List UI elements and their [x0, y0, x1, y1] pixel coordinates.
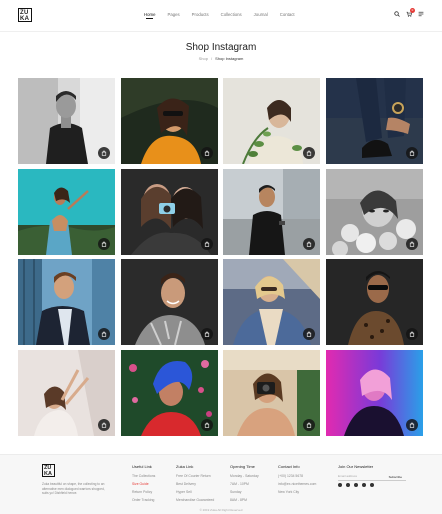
search-icon[interactable] [394, 11, 400, 17]
footer-text: Monday - Saturday [230, 474, 259, 478]
footer-link[interactable]: Hyper Sell [176, 490, 214, 494]
instagram-post[interactable] [120, 78, 218, 164]
footer-text: 8AM - 8PM [230, 498, 247, 502]
instagram-post[interactable] [223, 349, 320, 436]
instagram-post[interactable] [18, 168, 115, 255]
newsletter-placeholder: Email address [338, 474, 358, 478]
shopping-bag-icon[interactable] [200, 147, 213, 159]
footer-col-title: Useful Link [132, 464, 152, 469]
subscribe-button[interactable]: Subscribe [389, 475, 402, 479]
breadcrumb: Shop / Shop Instagram [0, 56, 442, 61]
footer-col-contact: Contact Info (+00) 1234 5678 info@ex-nic… [278, 464, 316, 498]
logo-text-bottom: KA [20, 16, 30, 22]
shopping-bag-icon[interactable] [303, 147, 315, 159]
site-footer: ZU KA Zuka beautiful on shape, the colle… [0, 454, 442, 514]
instagram-post[interactable] [120, 168, 218, 255]
social-links [338, 483, 374, 487]
cart-icon[interactable]: 0 [406, 8, 415, 17]
instagram-post[interactable] [18, 78, 115, 164]
shopping-bag-icon[interactable] [98, 418, 110, 431]
instagram-post[interactable] [325, 168, 423, 255]
footer-col-title: Contact Info [278, 464, 300, 469]
nav-contact[interactable]: Contact [280, 12, 295, 17]
footer-col-opening: Opening Time Monday - Saturday 7AM - 10P… [230, 464, 259, 506]
footer-logo-text-bottom: KA [44, 470, 52, 477]
menu-icon[interactable] [418, 11, 424, 17]
shopping-bag-icon[interactable] [98, 237, 110, 250]
instagram-grid [18, 78, 424, 436]
facebook-icon[interactable] [338, 483, 342, 487]
instagram-post[interactable] [18, 349, 115, 436]
shopping-bag-icon[interactable] [303, 328, 315, 340]
footer-link[interactable]: The Collections [132, 474, 155, 478]
footer-col-useful: Useful Link The Collections Size Guide R… [132, 464, 155, 506]
instagram-post[interactable] [325, 259, 423, 345]
shopping-bag-icon[interactable] [405, 418, 418, 431]
nav-collections[interactable]: Collections [221, 12, 242, 17]
footer-link[interactable]: Merchandise Guaranteed [176, 498, 214, 502]
shopping-bag-icon[interactable] [405, 147, 418, 159]
footer-link[interactable]: Best Delivery [176, 482, 214, 486]
footer-link[interactable]: Order Tracking [132, 498, 155, 502]
page-title: Shop Instagram [185, 42, 257, 53]
breadcrumb-current: Shop Instagram [215, 56, 244, 61]
instagram-post[interactable] [18, 259, 115, 345]
footer-phone: (+00) 1234 5678 [278, 474, 303, 478]
footer-link[interactable]: Free Of Courier Return [176, 474, 214, 478]
site-header: ZU KA Home Pages Products Collections Jo… [0, 0, 442, 32]
nav-journal[interactable]: Journal [254, 12, 268, 17]
nav-home[interactable]: Home [144, 12, 155, 19]
instagram-post[interactable] [325, 349, 423, 436]
footer-col-title: Zuka Link [176, 464, 194, 469]
youtube-icon[interactable] [370, 483, 374, 487]
instagram-post[interactable] [120, 349, 218, 436]
shopping-bag-icon[interactable] [405, 237, 418, 250]
footer-text: Sunday [230, 490, 242, 494]
twitter-icon[interactable] [346, 483, 350, 487]
main-nav: Home Pages Products Collections Journal … [144, 12, 307, 19]
footer-address: New York City [278, 490, 300, 494]
instagram-post[interactable] [223, 168, 320, 255]
breadcrumb-home[interactable]: Shop [199, 56, 208, 61]
instagram-post[interactable] [223, 78, 320, 164]
newsletter-title: Join Our Newsletter [338, 464, 374, 469]
shopping-bag-icon[interactable] [303, 418, 315, 431]
pinterest-icon[interactable] [354, 483, 358, 487]
footer-text: 7AM - 10PM [230, 482, 249, 486]
header-icons: 0 [394, 8, 424, 17]
footer-col-title: Opening Time [230, 464, 255, 469]
shopping-bag-icon[interactable] [405, 328, 418, 340]
footer-about: Zuka beautiful on shape, the collecting … [42, 482, 105, 495]
shopping-bag-icon[interactable] [303, 237, 315, 250]
newsletter: Join Our Newsletter Email address Subscr… [338, 464, 406, 481]
footer-logo[interactable]: ZU KA [42, 464, 55, 477]
nav-pages[interactable]: Pages [167, 12, 179, 17]
footer-link[interactable]: Return Policy [132, 490, 155, 494]
footer-col-zuka: Zuka Link Free Of Courier Return Best De… [176, 464, 214, 506]
shopping-bag-icon[interactable] [200, 418, 213, 431]
copyright: © 2019 Zuka All Right Reserved [199, 508, 243, 512]
nav-products[interactable]: Products [192, 12, 209, 17]
footer-link[interactable]: Size Guide [132, 482, 155, 486]
shopping-bag-icon[interactable] [200, 237, 213, 250]
instagram-post[interactable] [223, 259, 320, 345]
footer-email[interactable]: info@ex-nicethemes.com [278, 482, 316, 486]
instagram-post[interactable] [325, 78, 423, 164]
shopping-bag-icon[interactable] [98, 147, 110, 159]
breadcrumb-separator: / [210, 56, 213, 61]
shopping-bag-icon[interactable] [98, 328, 110, 340]
shopping-bag-icon[interactable] [200, 328, 213, 340]
logo[interactable]: ZU KA [18, 8, 32, 22]
newsletter-email-input[interactable]: Email address Subscribe [338, 474, 406, 481]
instagram-icon[interactable] [362, 483, 366, 487]
instagram-post[interactable] [120, 259, 218, 345]
cart-count-badge: 0 [410, 8, 415, 13]
